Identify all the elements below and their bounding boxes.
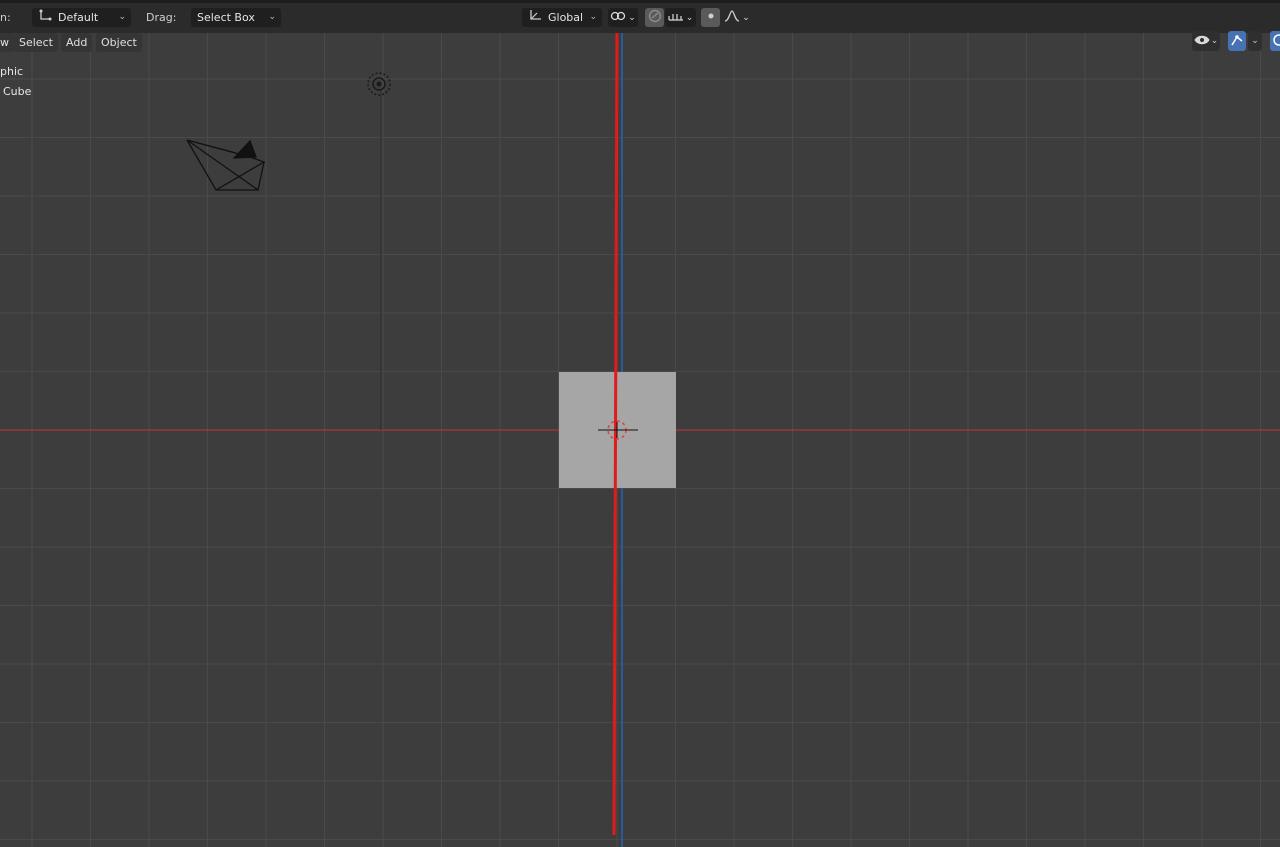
magnet-icon	[648, 9, 662, 26]
chevron-down-icon: ⌄	[1210, 36, 1219, 46]
light-icon	[367, 72, 391, 96]
transform-orientation-value: Global	[548, 11, 584, 24]
viewport-grid	[0, 30, 1280, 847]
drag-label: Drag:	[146, 11, 177, 24]
chevron-down-icon: ⌄	[628, 12, 636, 23]
drag-dropdown[interactable]: Select Box ⌄	[191, 8, 281, 27]
add-menu[interactable]: Add	[61, 33, 93, 52]
gizmo-icon	[1230, 33, 1244, 50]
object-menu[interactable]: Object	[96, 33, 142, 52]
view-menu[interactable]: w	[0, 33, 14, 52]
proportional-edit-icon	[705, 10, 717, 25]
chevron-down-icon: ⌄	[589, 12, 597, 22]
link-icon	[610, 10, 626, 25]
snap-increment-icon	[668, 10, 684, 25]
chevron-down-icon: ⌄	[268, 12, 276, 22]
orientation-axes-icon	[38, 8, 52, 27]
snap-toggle-button[interactable]	[645, 8, 664, 27]
orientation-dropdown[interactable]: Default ⌄	[32, 8, 131, 27]
pivot-link-button[interactable]: ⌄	[608, 8, 638, 27]
overlay-toggle-button[interactable]	[1270, 31, 1280, 51]
falloff-dropdown[interactable]: ⌄	[721, 8, 753, 27]
chevron-down-icon: ⌄	[742, 12, 750, 23]
proportional-edit-button[interactable]	[701, 8, 720, 27]
snap-target-dropdown[interactable]: ⌄	[665, 8, 696, 27]
eye-icon	[1194, 34, 1210, 49]
3d-viewport[interactable]	[0, 30, 1280, 847]
overlay-icon	[1270, 33, 1280, 50]
visibility-dropdown[interactable]: ⌄	[1192, 31, 1220, 51]
chevron-down-icon: ⌄	[118, 12, 126, 22]
tool-settings-header: n: Default ⌄ Drag: Select Box ⌄ Global ⌄…	[0, 0, 1280, 33]
chevron-down-icon: ⌄	[1251, 36, 1259, 46]
gizmo-toggle-button[interactable]	[1228, 31, 1246, 51]
transform-axes-icon	[528, 8, 542, 27]
gizmo-dropdown[interactable]: ⌄	[1248, 31, 1262, 51]
camera-icon	[186, 139, 266, 192]
active-object-text: Cube	[3, 85, 32, 98]
drag-value: Select Box	[197, 11, 255, 24]
transform-orientation-dropdown[interactable]: Global ⌄	[522, 8, 602, 27]
select-menu[interactable]: Select	[14, 33, 58, 52]
chevron-down-icon: ⌄	[685, 12, 694, 23]
falloff-curve-icon	[724, 10, 740, 25]
orientation-value: Default	[58, 11, 99, 24]
view-name-text: phic	[0, 65, 24, 78]
orientation-label: n:	[0, 11, 11, 24]
